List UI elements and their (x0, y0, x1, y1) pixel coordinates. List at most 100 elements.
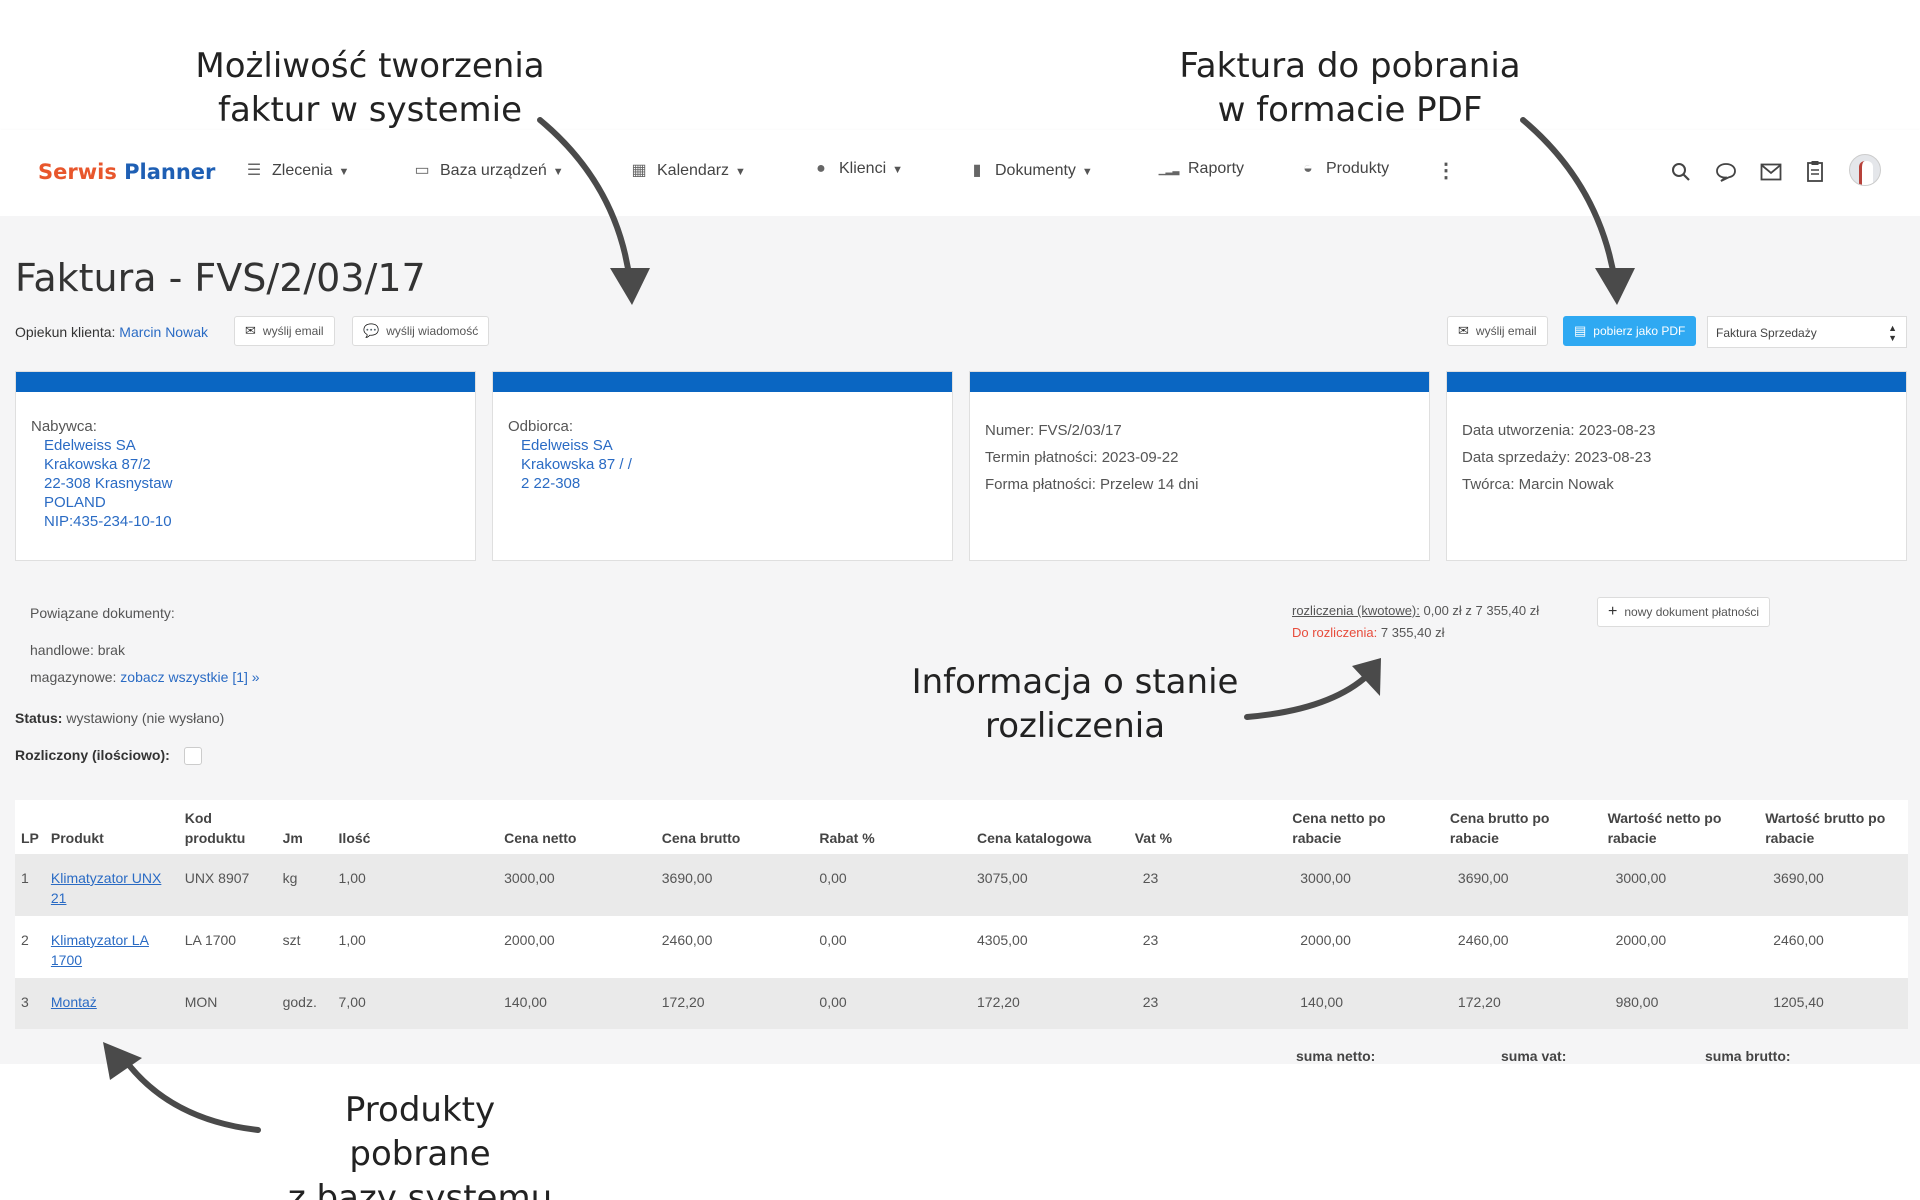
list-icon: ☰ (246, 162, 262, 179)
column-header[interactable]: Produkt (45, 800, 179, 854)
nav-item-dokumenty[interactable]: ▮ Dokumenty ▼ (967, 160, 1093, 180)
cell-gross-price: 172,20 (661, 994, 705, 1010)
column-header[interactable]: Vat % (1129, 800, 1287, 854)
chevron-down-icon: ▼ (552, 166, 564, 178)
chat-icon[interactable] (1715, 162, 1737, 182)
column-header[interactable]: Rabat % (805, 800, 963, 854)
product-link[interactable]: Klimatyzator UNX 21 (45, 854, 179, 916)
mail-icon[interactable] (1760, 163, 1782, 181)
nav-item-kalendarz[interactable]: ▦ Kalendarz ▼ (629, 160, 746, 180)
caretaker-label: Opiekun klienta: (15, 324, 116, 340)
status-value: wystawiony (nie wysłano) (66, 710, 225, 726)
table-row: 2 Klimatyzator LA 1700 LA 1700 szt 1,00 … (15, 916, 1908, 978)
column-header[interactable]: LP (15, 800, 45, 854)
more-vertical-icon[interactable]: ⋮ (1436, 158, 1456, 183)
nav-label: Kalendarz (657, 162, 730, 179)
document-icon: ▮ (972, 162, 982, 179)
cell-lp: 3 (21, 994, 29, 1010)
column-header[interactable]: Cena netto po rabacie (1286, 800, 1444, 854)
download-pdf-button[interactable]: ▤ pobierz jako PDF (1563, 316, 1697, 346)
related-documents: Powiązane dokumenty: handlowe: brak maga… (30, 600, 260, 691)
caretaker-name-link[interactable]: Marcin Nowak (119, 324, 208, 340)
table-row: 1 Klimatyzator UNX 21 UNX 8907 kg 1,00 3… (15, 854, 1908, 916)
chevron-down-icon: ▼ (735, 166, 746, 178)
brand-logo[interactable]: Serwis Planner (38, 160, 215, 184)
send-message-label: wyślij wiadomość (386, 324, 479, 338)
settled-checkbox[interactable] (183, 747, 202, 766)
column-header[interactable]: Ilość (333, 800, 491, 854)
nav-item-zlecenia[interactable]: ☰ Zlecenia ▼ (244, 160, 350, 180)
product-link[interactable]: Montaż (45, 978, 179, 1029)
cell-net-value: 3000,00 (1615, 870, 1667, 886)
new-payment-label: nowy dokument płatności (1624, 605, 1760, 619)
buyer-name[interactable]: Edelweiss SA (44, 436, 460, 455)
cell-vat: 23 (1142, 932, 1159, 948)
clipboard-icon[interactable] (1806, 160, 1824, 182)
column-header[interactable]: Kod produktu (179, 800, 277, 854)
brand-part-planner: Planner (124, 160, 216, 184)
sum-vat-label: suma vat: (1501, 1048, 1567, 1064)
column-header[interactable]: Jm (277, 800, 333, 854)
card-header-bar (970, 372, 1429, 392)
chevron-down-icon: ▼ (338, 166, 350, 178)
cell-discount: 0,00 (819, 870, 847, 886)
chevron-down-icon: ▼ (1081, 166, 1093, 178)
buyer-street: Krakowska 87/2 (44, 456, 151, 473)
cell-discount: 0,00 (819, 994, 847, 1010)
nav-item-klienci[interactable]: ● Klienci ▼ (811, 160, 903, 178)
settlement-amount: 0,00 zł z 7 355,40 zł (1423, 603, 1540, 618)
sum-gross-label: suma brutto: (1705, 1048, 1791, 1064)
warehouse-see-all-link[interactable]: zobacz wszystkie [1] » (120, 669, 259, 685)
nav-item-baza-urzadzen[interactable]: ▭ Baza urządzeń ▼ (412, 160, 564, 180)
cell-quantity: 7,00 (338, 994, 366, 1010)
column-header[interactable]: Cena brutto po rabacie (1444, 800, 1602, 854)
cell-gross-after-discount: 3690,00 (1457, 870, 1509, 886)
column-header[interactable]: Wartość brutto po rabacie (1759, 800, 1908, 854)
sum-net-label: suma netto: (1296, 1048, 1376, 1064)
plus-icon: + (1608, 603, 1618, 620)
product-link[interactable]: Klimatyzator LA 1700 (45, 916, 179, 978)
author: Twórca: Marcin Nowak (1462, 476, 1614, 493)
document-type-value: Faktura Sprzedaży (1716, 326, 1817, 340)
cell-gross-price: 2460,00 (661, 932, 713, 948)
column-header[interactable]: Cena katalogowa (963, 800, 1129, 854)
recipient-name[interactable]: Edelweiss SA (521, 436, 937, 455)
payment-method: Forma płatności: Przelew 14 dni (985, 476, 1199, 493)
column-header[interactable]: Cena brutto (648, 800, 806, 854)
nav-label: Zlecenia (272, 162, 333, 179)
cell-net-value: 980,00 (1615, 994, 1659, 1010)
cell-net-price: 2000,00 (504, 932, 555, 948)
annotation-settlement: Informacja o stanie rozliczenia (911, 662, 1239, 746)
status-line: Status: wystawiony (nie wysłano) (15, 710, 224, 726)
payment-due-date: Termin płatności: 2023-09-22 (985, 449, 1179, 466)
user-avatar[interactable] (1849, 154, 1881, 186)
table-header-row: LP Produkt Kod produktu Jm Ilość Cena ne… (15, 800, 1908, 854)
cell-gross-price: 3690,00 (661, 870, 713, 886)
settlement-link[interactable]: rozliczenia (kwotowe): (1292, 603, 1420, 618)
created-date: Data utworzenia: 2023-08-23 (1462, 422, 1656, 439)
column-header[interactable]: Cena netto (490, 800, 648, 854)
new-payment-document-button[interactable]: + nowy dokument płatności (1597, 597, 1771, 627)
file-pdf-icon: ▤ (1574, 323, 1587, 338)
document-type-select[interactable]: Faktura Sprzedaży ▲ ▼ (1707, 316, 1907, 348)
cell-unit: kg (282, 870, 298, 886)
send-email-button-right[interactable]: ✉ wyślij email (1447, 316, 1548, 346)
nav-label: Produkty (1326, 160, 1390, 177)
nav-label: Klienci (839, 160, 887, 177)
send-message-button[interactable]: 💬 wyślij wiadomość (352, 316, 490, 346)
settlement-info: rozliczenia (kwotowe): 0,00 zł z 7 355,4… (1292, 600, 1539, 644)
brand-part-serwis: Serwis (38, 160, 117, 184)
nav-item-raporty[interactable]: ▁▂▃ Raporty (1158, 160, 1244, 178)
cell-catalog-price: 172,20 (977, 994, 1020, 1010)
nav-item-produkty[interactable]: ◒ Produkty (1298, 160, 1389, 178)
search-icon[interactable] (1671, 162, 1691, 182)
send-email-button[interactable]: ✉ wyślij email (234, 316, 335, 346)
send-email-label: wyślij email (262, 324, 324, 338)
column-header[interactable]: Wartość netto po rabacie (1602, 800, 1760, 854)
envelope-icon: ✉ (1458, 323, 1469, 338)
avatar-figure (1859, 161, 1873, 185)
cell-net-after-discount: 140,00 (1300, 994, 1344, 1010)
cell-vat: 23 (1142, 994, 1159, 1010)
cell-gross-after-discount: 2460,00 (1457, 932, 1509, 948)
card-header-bar (1447, 372, 1906, 392)
